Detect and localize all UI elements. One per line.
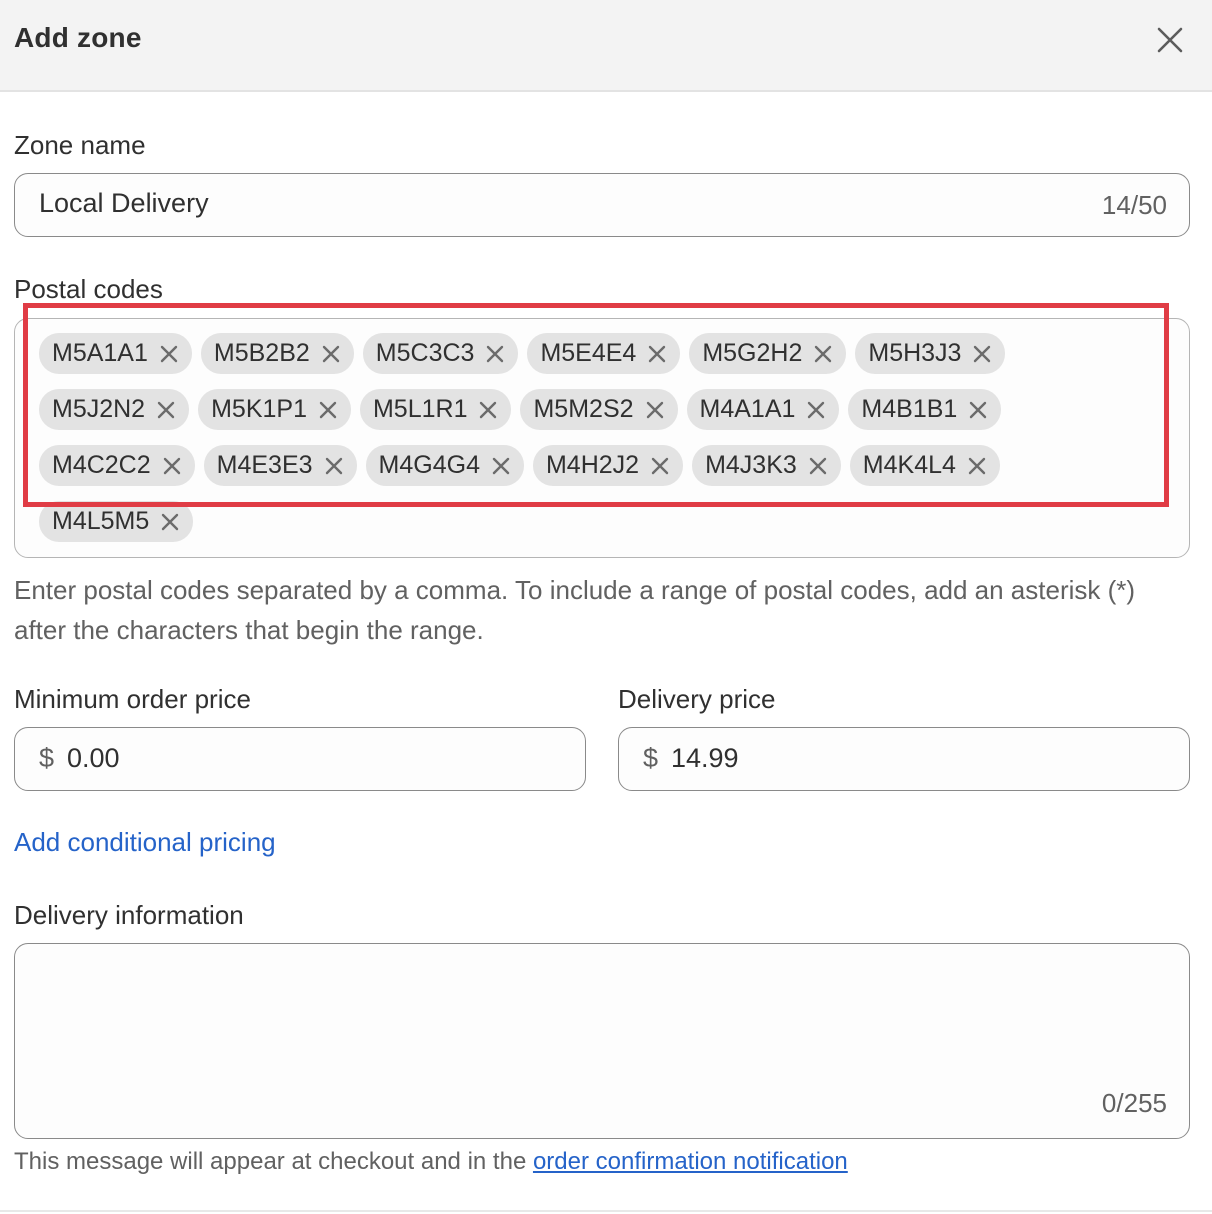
postal-code-tag: M5M2S2: [520, 389, 678, 430]
postal-code-tag-label: M5H3J3: [868, 339, 962, 367]
postal-code-tag: M5H3J3: [855, 333, 1006, 374]
note-text: This message will appear at checkout and…: [14, 1148, 533, 1175]
postal-codes-help: Enter postal codes separated by a comma.…: [14, 575, 1136, 645]
postal-code-tag: M5E4E4: [527, 333, 681, 374]
remove-tag-icon[interactable]: [488, 453, 514, 479]
remove-tag-icon[interactable]: [969, 341, 995, 367]
currency-symbol: $: [39, 743, 55, 773]
postal-code-tag: M4E3E3: [203, 445, 357, 486]
close-icon: [1157, 27, 1183, 53]
postal-code-tag-label: M4G4G4: [378, 451, 480, 479]
remove-tag-icon[interactable]: [159, 453, 185, 479]
postal-code-tag: M5A1A1: [39, 333, 192, 374]
remove-tag-icon[interactable]: [965, 397, 991, 423]
zone-name-field[interactable]: 14/50: [14, 173, 1190, 237]
remove-tag-icon[interactable]: [647, 453, 673, 479]
postal-code-tag: M5J2N2: [39, 389, 190, 430]
remove-tag-icon[interactable]: [157, 509, 183, 535]
remove-tag-icon[interactable]: [482, 341, 508, 367]
postal-code-tag-label: M4C2C2: [52, 451, 151, 479]
add-conditional-pricing-link[interactable]: Add conditional pricing: [14, 827, 276, 858]
postal-code-tag-label: M5J2N2: [52, 395, 146, 423]
remove-tag-icon[interactable]: [153, 397, 179, 423]
postal-code-tag: M5L1R1: [359, 389, 512, 430]
remove-tag-icon[interactable]: [644, 341, 670, 367]
postal-code-tag: M5B2B2: [200, 333, 354, 374]
modal-title: Add zone: [14, 22, 142, 53]
postal-code-tag-label: M4L5M5: [52, 507, 150, 535]
postal-codes-field[interactable]: M5A1A1 M5B2B2 M5C3C3 M5E4E4 M5G2H2 M5H3J3 M5J2…: [14, 318, 1190, 558]
postal-code-tag: M4C2C2: [39, 445, 195, 486]
zone-name-counter: 14/50: [1101, 190, 1167, 220]
delivery-price-value[interactable]: 14.99: [671, 743, 739, 774]
delivery-information-textarea[interactable]: 0/255: [14, 943, 1190, 1139]
delivery-information-label: Delivery information: [14, 900, 244, 930]
remove-tag-icon[interactable]: [803, 397, 829, 423]
postal-code-tag-label: M4H2J2: [545, 451, 640, 479]
postal-code-tag: M4K4L4: [849, 445, 1000, 486]
postal-code-tag: M4G4G4: [365, 445, 524, 486]
postal-code-tag-label: M5A1A1: [52, 339, 148, 367]
zone-name-label: Zone name: [14, 130, 146, 160]
delivery-information-counter: 0/255: [1101, 1088, 1167, 1118]
divider: [0, 1210, 1212, 1212]
postal-code-tag-label: M4J3K3: [705, 451, 797, 479]
remove-tag-icon[interactable]: [156, 341, 182, 367]
currency-symbol: $: [643, 743, 659, 773]
remove-tag-icon[interactable]: [964, 453, 990, 479]
remove-tag-icon[interactable]: [315, 397, 341, 423]
postal-code-tag-label: M5K1P1: [211, 395, 307, 423]
order-confirmation-notification-link[interactable]: order confirmation notification: [533, 1148, 848, 1175]
remove-tag-icon[interactable]: [810, 341, 836, 367]
postal-code-tag-label: M5M2S2: [533, 395, 634, 423]
close-button[interactable]: [1150, 20, 1190, 60]
postal-code-tag-label: M4K4L4: [862, 451, 956, 479]
postal-code-tag-label: M5L1R1: [372, 395, 468, 423]
remove-tag-icon[interactable]: [475, 397, 501, 423]
remove-tag-icon[interactable]: [642, 397, 668, 423]
minimum-order-value[interactable]: 0.00: [67, 743, 120, 774]
delivery-price-label: Delivery price: [618, 684, 776, 714]
zone-name-input[interactable]: [39, 188, 939, 219]
postal-code-tag-label: M5E4E4: [540, 339, 637, 367]
postal-code-tag-label: M5B2B2: [213, 339, 310, 367]
postal-code-tag-label: M4E3E3: [216, 451, 313, 479]
postal-code-tag: M4L5M5: [39, 501, 194, 542]
postal-code-tag-label: M5G2H2: [702, 339, 803, 367]
postal-code-tag: M5G2H2: [689, 333, 847, 374]
postal-code-tag-label: M4B1B1: [861, 395, 958, 423]
postal-code-tag-label: M4A1A1: [699, 395, 796, 423]
minimum-order-label: Minimum order price: [14, 684, 251, 714]
modal-header: Add zone: [0, 0, 1212, 92]
delivery-price-field[interactable]: $ 14.99: [618, 727, 1190, 791]
postal-code-tag: M4H2J2: [532, 445, 684, 486]
postal-code-tag: M4A1A1: [686, 389, 840, 430]
postal-codes-label: Postal codes: [14, 274, 163, 304]
postal-code-tag: M4J3K3: [692, 445, 841, 486]
remove-tag-icon[interactable]: [318, 341, 344, 367]
postal-code-tag-label: M5C3C3: [375, 339, 475, 367]
remove-tag-icon[interactable]: [321, 453, 347, 479]
delivery-information-note: This message will appear at checkout and…: [14, 1148, 848, 1176]
postal-code-tags: M5A1A1 M5B2B2 M5C3C3 M5E4E4 M5G2H2 M5H3J3 M5J2…: [39, 333, 1159, 542]
remove-tag-icon[interactable]: [805, 453, 831, 479]
postal-code-tag: M5C3C3: [362, 333, 519, 374]
postal-code-tag: M4B1B1: [848, 389, 1002, 430]
minimum-order-field[interactable]: $ 0.00: [14, 727, 586, 791]
postal-code-tag: M5K1P1: [198, 389, 351, 430]
